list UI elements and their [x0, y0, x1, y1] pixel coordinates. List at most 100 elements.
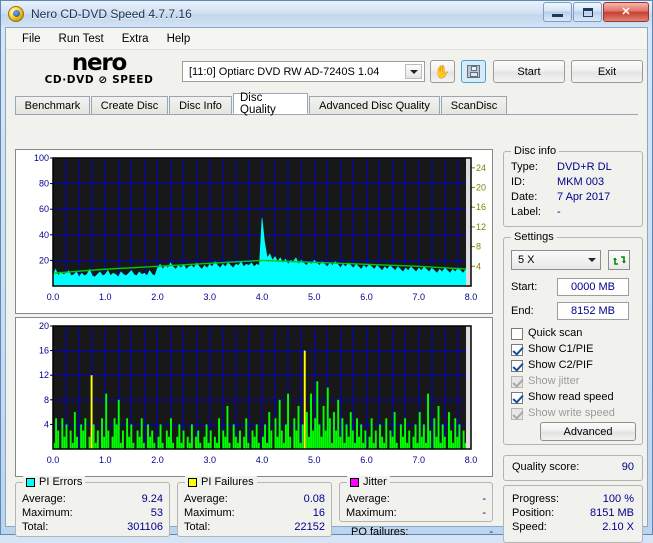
quality-score-value: 90: [621, 461, 634, 473]
start-field[interactable]: 0000 MB: [557, 278, 629, 296]
exit-button[interactable]: Exit: [571, 60, 643, 83]
disc-quality-panel: 20 40 60 80 100 4 8 12 16 20 24 0.0 1.0 2.0 3.0 4.0 5.…: [6, 135, 647, 543]
checkbox-icon: [511, 327, 523, 340]
progress-key: Progress:: [512, 493, 560, 505]
progress-value: 100 %: [602, 493, 634, 505]
chevron-down-icon: [588, 258, 596, 262]
speed-select[interactable]: 5 X: [511, 250, 601, 270]
svg-text:5.0: 5.0: [308, 292, 321, 302]
advanced-button[interactable]: Advanced: [540, 422, 636, 441]
stat-value: 9.24: [141, 493, 163, 505]
svg-text:4.0: 4.0: [256, 455, 269, 465]
disc-info-legend: Disc info: [511, 145, 560, 157]
svg-text:20: 20: [39, 255, 49, 265]
stat-key: Maximum:: [184, 507, 235, 519]
save-results-button[interactable]: [461, 60, 486, 83]
settings-panel: Settings 5 X Start: 0000 MB End: 8152 MB…: [503, 231, 643, 445]
stat-row: Maximum: 53: [16, 506, 169, 520]
checkbox-show-c2-pif[interactable]: Show C2/PIF: [511, 358, 615, 373]
nero-disc-icon: [8, 6, 24, 22]
pi-failures-color-swatch: [188, 477, 197, 487]
svg-text:20: 20: [39, 321, 49, 331]
drive-selector-value: [11:0] Optiarc DVD RW AD-7240S 1.04: [189, 65, 380, 78]
checkbox-label: Show write speed: [528, 407, 615, 419]
checkbox-quick-scan[interactable]: Quick scan: [511, 326, 615, 341]
svg-text:1.0: 1.0: [99, 455, 112, 465]
close-button[interactable]: ✕: [603, 2, 649, 22]
svg-text:7.0: 7.0: [412, 292, 425, 302]
pi-failures-stats-legend: PI Failures: [185, 476, 257, 488]
disc-info-key-label: Label:: [511, 206, 541, 218]
svg-text:8.0: 8.0: [465, 292, 478, 302]
disc-info-panel: Disc info Type: DVD+R DL ID: MKM 003 Date:…: [503, 145, 643, 227]
disc-info-value-type: DVD+R DL: [557, 161, 612, 173]
logo-primary-text: nero: [71, 50, 128, 76]
po-failures-row: PO failures: -: [345, 525, 499, 539]
stat-row: Average: 9.24: [16, 492, 169, 506]
svg-text:6.0: 6.0: [360, 292, 373, 302]
drive-selector[interactable]: [11:0] Optiarc DVD RW AD-7240S 1.04: [182, 61, 425, 82]
checkbox-label: Quick scan: [528, 327, 583, 339]
disc-eject-button[interactable]: ✋: [430, 60, 455, 83]
progress-row: Progress: 100 %: [512, 492, 634, 506]
stat-key: Maximum:: [346, 507, 397, 519]
pi-errors-stats-legend: PI Errors: [23, 476, 86, 488]
checkbox-checked-icon: [511, 407, 523, 420]
minimize-button[interactable]: [543, 2, 572, 22]
svg-text:8: 8: [476, 242, 481, 252]
start-button[interactable]: Start: [493, 60, 565, 83]
menu-bar: File Run Test Extra Help: [6, 28, 647, 50]
pi-errors-stats-panel: PI Errors Average: 9.24 Maximum: 53 Total:…: [15, 476, 170, 537]
window-title: Nero CD-DVD Speed 4.7.7.16: [31, 7, 192, 21]
hand-icon: ✋: [434, 64, 451, 79]
jitter-stats-legend: Jitter: [347, 476, 390, 488]
disc-info-row-type: Type: DVD+R DL: [511, 160, 635, 175]
pi-failures-chart-svg: 4 8 12 16 20 0.0 1.0 2.0 3.0 4.0 5.0 6.0 7.0 8.0: [16, 318, 492, 476]
menu-item-help[interactable]: Help: [158, 31, 200, 47]
position-value: 8151 MB: [589, 507, 634, 519]
stat-key: Average:: [346, 493, 390, 505]
stat-row: Average: 0.08: [178, 492, 331, 506]
checkbox-show-jitter: Show jitter: [511, 374, 615, 389]
disc-info-key-date: Date:: [511, 191, 538, 203]
tab-benchmark[interactable]: Benchmark: [15, 96, 90, 114]
svg-text:12: 12: [39, 370, 49, 380]
menu-item-extra[interactable]: Extra: [113, 31, 158, 47]
stat-value: 301106: [127, 521, 163, 533]
tab-disc-info[interactable]: Disc Info: [169, 96, 232, 114]
tab-scandisc[interactable]: ScanDisc: [441, 96, 507, 114]
end-field[interactable]: 8152 MB: [557, 302, 629, 320]
svg-text:40: 40: [39, 230, 49, 240]
svg-text:5.0: 5.0: [308, 455, 321, 465]
refresh-button[interactable]: [608, 250, 630, 270]
menu-item-file[interactable]: File: [13, 31, 50, 47]
svg-text:4.0: 4.0: [256, 292, 269, 302]
save-icon: [467, 65, 480, 78]
svg-text:3.0: 3.0: [203, 292, 216, 302]
tab-create-disc[interactable]: Create Disc: [91, 96, 168, 114]
speed-row: Speed: 2.10 X: [512, 520, 634, 534]
chevron-down-icon[interactable]: [405, 64, 422, 79]
checkbox-show-read-speed[interactable]: Show read speed: [511, 390, 615, 405]
start-field-row: Start: 0000 MB: [511, 278, 629, 296]
stat-value: 16: [312, 507, 325, 519]
refresh-icon: [612, 255, 626, 265]
stat-key: Total:: [184, 521, 211, 533]
toolbar: nero CD·DVD ⊘ SPEED [11:0] Optiarc DVD R…: [6, 50, 647, 94]
svg-text:8: 8: [44, 395, 49, 405]
stat-key: Maximum:: [22, 507, 73, 519]
menu-item-run-test[interactable]: Run Test: [50, 31, 113, 47]
tab-disc-quality[interactable]: Disc Quality: [233, 92, 308, 116]
maximize-button[interactable]: [573, 2, 602, 22]
stat-row: Total: 22152: [178, 520, 331, 534]
speed-value: 2.10 X: [602, 521, 634, 533]
svg-text:6.0: 6.0: [360, 455, 373, 465]
client-area: File Run Test Extra Help nero CD·DVD ⊘ S…: [5, 27, 648, 543]
disc-info-row-label: Label: -: [511, 205, 635, 220]
disc-info-value-label: -: [557, 206, 561, 218]
tab-advanced-disc-quality[interactable]: Advanced Disc Quality: [309, 96, 440, 114]
maximize-icon: [582, 7, 593, 17]
pi-errors-chart: 20 40 60 80 100 4 8 12 16 20 24 0.0 1.0 2.0 3.0 4.0 5.…: [15, 149, 493, 314]
checkbox-show-c1-pie[interactable]: Show C1/PIE: [511, 342, 615, 357]
quality-score-panel: Quality score: 90: [503, 455, 643, 481]
